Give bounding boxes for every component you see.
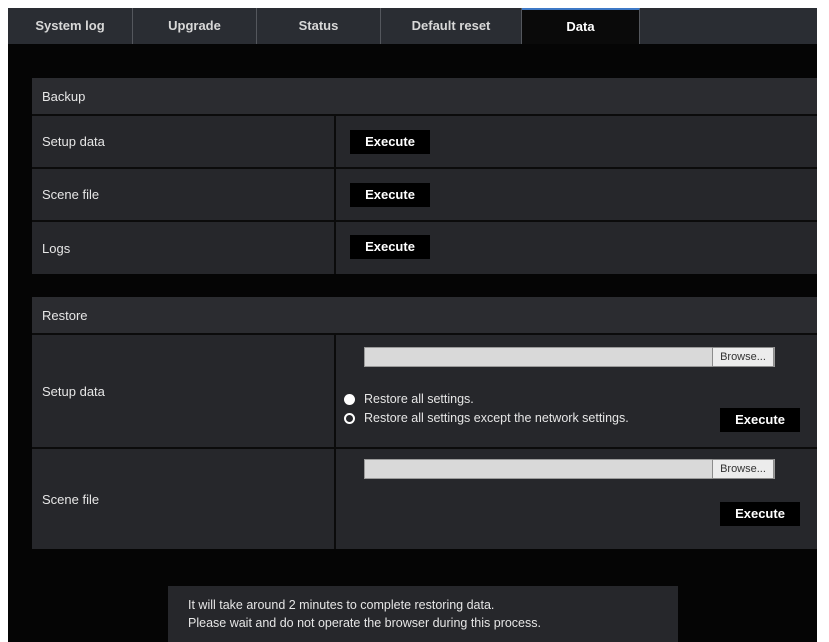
radio-restore-except-network[interactable]: Restore all settings except the network … (344, 411, 629, 425)
setup-data-browse-button[interactable]: Browse... (712, 347, 774, 367)
radio-restore-all[interactable]: Restore all settings. (344, 392, 474, 406)
tab-data[interactable]: Data (522, 8, 640, 44)
restore-scene-file-execute-button[interactable]: Execute (720, 502, 800, 526)
backup-logs-cell: Execute (336, 222, 817, 274)
maintenance-window: System log Upgrade Status Default reset … (8, 8, 817, 642)
backup-row-logs: Logs Execute (32, 222, 817, 274)
backup-setup-data-execute-button[interactable]: Execute (350, 130, 430, 154)
radio-unselected-icon (344, 412, 355, 424)
tab-bar: System log Upgrade Status Default reset … (8, 8, 817, 44)
backup-heading: Backup (32, 78, 817, 116)
radio-selected-icon (344, 393, 355, 405)
restore-panel: Restore Setup data Browse... Restore all… (32, 297, 817, 549)
restore-heading: Restore (32, 297, 817, 335)
restore-scene-file-cell: Browse... Execute (336, 449, 817, 549)
tab-system-log[interactable]: System log (8, 8, 133, 44)
scene-file-browse-button[interactable]: Browse... (712, 459, 774, 479)
restore-setup-data-label: Setup data (32, 335, 336, 447)
restore-scene-file-label: Scene file (32, 449, 336, 549)
restore-notice: It will take around 2 minutes to complet… (168, 586, 678, 642)
backup-scene-file-label: Scene file (32, 169, 336, 220)
setup-data-file-input[interactable]: Browse... (364, 347, 775, 367)
tab-upgrade[interactable]: Upgrade (133, 8, 257, 44)
restore-setup-data-cell: Browse... Restore all settings. Restore … (336, 335, 817, 447)
backup-logs-execute-button[interactable]: Execute (350, 235, 430, 259)
backup-logs-label: Logs (32, 222, 336, 274)
radio-restore-except-network-label: Restore all settings except the network … (364, 411, 629, 425)
restore-row-scene-file: Scene file Browse... Execute (32, 449, 817, 549)
tab-status[interactable]: Status (257, 8, 381, 44)
backup-row-scene-file: Scene file Execute (32, 169, 817, 222)
radio-restore-all-label: Restore all settings. (364, 392, 474, 406)
scene-file-file-input[interactable]: Browse... (364, 459, 775, 479)
restore-setup-data-execute-button[interactable]: Execute (720, 408, 800, 432)
backup-row-setup-data: Setup data Execute (32, 116, 817, 169)
notice-line-1: It will take around 2 minutes to complet… (188, 598, 495, 612)
backup-setup-data-label: Setup data (32, 116, 336, 167)
restore-row-setup-data: Setup data Browse... Restore all setting… (32, 335, 817, 449)
notice-line-2: Please wait and do not operate the brows… (188, 616, 541, 630)
backup-scene-file-execute-button[interactable]: Execute (350, 183, 430, 207)
backup-panel: Backup Setup data Execute Scene file Exe… (32, 78, 817, 274)
tab-default-reset[interactable]: Default reset (381, 8, 522, 44)
backup-setup-data-cell: Execute (336, 116, 817, 167)
backup-scene-file-cell: Execute (336, 169, 817, 220)
